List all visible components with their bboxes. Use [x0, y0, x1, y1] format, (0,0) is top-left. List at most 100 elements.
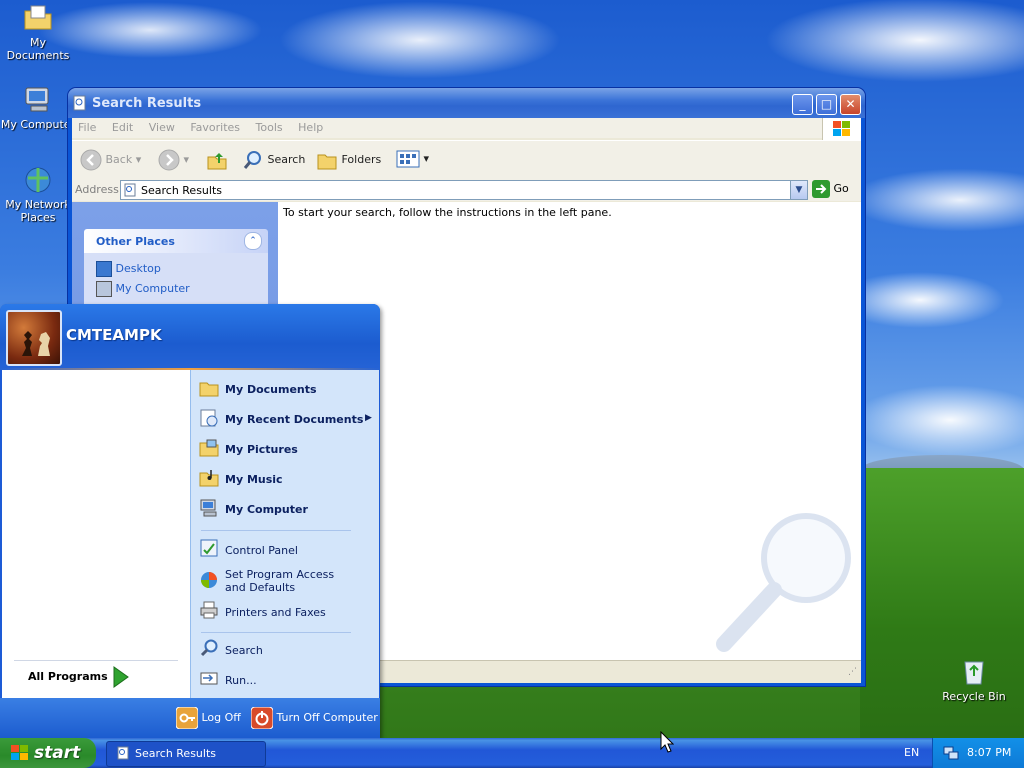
- address-label: Address: [75, 183, 119, 196]
- all-programs-button[interactable]: All Programs: [28, 666, 129, 688]
- taskbar: start Search Results EN 8:07 PM: [0, 738, 1024, 768]
- system-tray: 8:07 PM: [932, 738, 1024, 768]
- start-item-my-computer[interactable]: My Computer: [191, 498, 379, 522]
- up-folder-button[interactable]: [206, 149, 228, 174]
- windows-logo-icon: [11, 745, 28, 760]
- search-label: Search: [267, 153, 306, 166]
- search-icon: [200, 639, 218, 657]
- collapse-chevron-icon[interactable]: ⌃: [244, 232, 262, 250]
- address-bar: Address Search Results ▼ Go: [72, 179, 861, 201]
- pinned-programs-pane: All Programs: [2, 370, 190, 698]
- menu-view[interactable]: View: [143, 118, 181, 134]
- taskbar-item-label: Search Results: [135, 747, 217, 760]
- start-button[interactable]: start: [0, 738, 96, 768]
- forward-button[interactable]: ▾: [158, 149, 189, 171]
- maximize-button[interactable]: □: [816, 94, 837, 115]
- other-places-item-label: My Computer: [115, 282, 190, 295]
- green-arrow-icon: [113, 666, 129, 688]
- views-icon: [396, 150, 420, 168]
- turn-off-computer-button[interactable]: Turn Off Computer: [250, 706, 378, 730]
- start-item-run[interactable]: Run...: [191, 668, 379, 692]
- mouse-cursor-icon: [660, 731, 674, 753]
- folders-button[interactable]: Folders: [316, 149, 381, 171]
- menu-edit[interactable]: Edit: [106, 118, 139, 134]
- desktop: My Documents My Computer My Network Plac…: [0, 0, 1024, 768]
- menu-tools[interactable]: Tools: [250, 118, 289, 134]
- desktop-icon-my-computer[interactable]: My Computer: [0, 84, 76, 131]
- title-bar[interactable]: Search Results _ □ ✕: [68, 88, 865, 118]
- start-label: start: [34, 743, 81, 763]
- standard-toolbar: Back ▾ ▾ Search Folders ▾: [72, 140, 861, 180]
- start-item-set-program-access[interactable]: Set Program Access and Defaults: [191, 566, 379, 596]
- address-dropdown-button[interactable]: ▼: [790, 181, 807, 199]
- run-icon: [200, 672, 218, 685]
- start-menu-header: CMTEAMPK: [0, 304, 380, 370]
- menu-bar: File Edit View Favorites Tools Help: [72, 118, 861, 140]
- other-places-header[interactable]: Other Places ⌃: [84, 229, 268, 253]
- computer-icon: [25, 87, 49, 112]
- avatar[interactable]: [6, 310, 62, 366]
- computer-icon: [200, 499, 217, 517]
- minimize-button[interactable]: _: [792, 94, 813, 115]
- control-panel-icon: [200, 539, 218, 557]
- other-places-item-label: Desktop: [115, 262, 161, 275]
- network-connection-icon[interactable]: [943, 745, 959, 761]
- all-programs-divider: [14, 660, 178, 661]
- start-menu-footer: Log Off Turn Off Computer: [0, 698, 380, 738]
- start-item-label: Printers and Faxes: [225, 606, 326, 619]
- desktop-icon-recycle-bin[interactable]: Recycle Bin: [936, 656, 1012, 703]
- desktop-icon-label: My Documents: [6, 36, 70, 62]
- desktop-icon-label: Recycle Bin: [942, 690, 1006, 703]
- search-watermark-magnifier-icon: [716, 513, 851, 652]
- submenu-arrow-icon: ▶: [365, 413, 372, 423]
- start-item-my-documents[interactable]: My Documents: [191, 378, 379, 402]
- other-places-my-computer[interactable]: My Computer: [96, 281, 190, 297]
- power-icon: [250, 706, 274, 730]
- search-button[interactable]: Search: [242, 149, 305, 171]
- start-item-my-pictures[interactable]: My Pictures: [191, 438, 379, 462]
- start-item-printers-and-faxes[interactable]: Printers and Faxes: [191, 600, 379, 624]
- start-item-label: Run...: [225, 674, 257, 687]
- start-item-label: My Computer: [225, 503, 308, 516]
- menu-file[interactable]: File: [72, 118, 102, 134]
- recent-documents-icon: [200, 409, 218, 427]
- key-log-off-icon: [175, 706, 199, 730]
- menu-help[interactable]: Help: [292, 118, 329, 134]
- computer-icon: [96, 281, 112, 297]
- folder-documents-icon: [199, 382, 219, 397]
- close-button[interactable]: ✕: [840, 94, 861, 115]
- desktop-icon-my-network-places[interactable]: My Network Places: [0, 164, 76, 224]
- clock[interactable]: 8:07 PM: [967, 746, 1011, 759]
- other-places-desktop[interactable]: Desktop: [96, 261, 161, 277]
- go-button[interactable]: Go: [812, 180, 849, 200]
- folder-documents-icon: [24, 5, 52, 30]
- go-arrow-icon: [812, 180, 830, 198]
- start-item-label: My Pictures: [225, 443, 298, 456]
- back-label: Back: [105, 153, 133, 166]
- address-field[interactable]: Search Results ▼: [120, 180, 808, 200]
- menu-favorites[interactable]: Favorites: [184, 118, 246, 134]
- start-item-control-panel[interactable]: Control Panel: [191, 538, 379, 562]
- start-item-search[interactable]: Search: [191, 638, 379, 662]
- language-indicator[interactable]: EN: [904, 746, 919, 759]
- start-item-label: Control Panel: [225, 544, 298, 557]
- log-off-button[interactable]: Log Off: [175, 706, 241, 730]
- taskbar-item-search-results[interactable]: Search Results: [106, 741, 266, 767]
- start-menu-separator: [201, 530, 351, 531]
- windows-flag-logo: [822, 118, 861, 140]
- desktop-icon-my-documents[interactable]: My Documents: [0, 2, 76, 62]
- folder-music-icon: [199, 470, 219, 487]
- views-button[interactable]: ▾: [396, 149, 429, 169]
- turn-off-label: Turn Off Computer: [276, 711, 378, 724]
- start-item-my-music[interactable]: My Music: [191, 468, 379, 492]
- start-item-my-recent-documents[interactable]: My Recent Documents ▶: [191, 408, 379, 432]
- start-item-label: Search: [225, 644, 263, 657]
- back-button[interactable]: Back ▾: [80, 149, 141, 171]
- printer-icon: [200, 601, 218, 619]
- search-results-page-icon: [124, 183, 136, 197]
- start-item-label: My Documents: [225, 383, 317, 396]
- network-places-icon: [25, 167, 51, 193]
- resize-grip-icon[interactable]: ⋰: [848, 667, 857, 677]
- desktop-icon-label: My Network Places: [5, 198, 71, 224]
- start-item-label: My Music: [225, 473, 283, 486]
